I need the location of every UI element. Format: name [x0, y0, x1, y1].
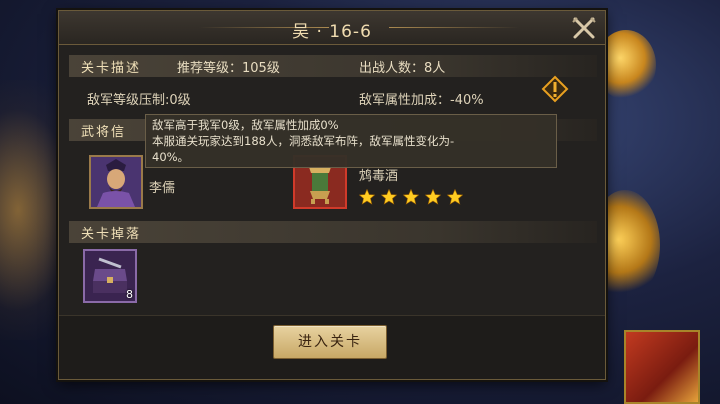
warning-button[interactable]	[541, 75, 569, 103]
attribute-tooltip: 敌军高于我军0级，敌军属性加成0% 本服通关玩家达到188人，洞悉敌军布阵，敌军…	[145, 114, 557, 168]
level-suppression: 敌军等级压制:0级	[87, 93, 191, 108]
stage-drops-header: 关卡掉落	[69, 221, 597, 243]
stage-drops-label: 关卡掉落	[81, 227, 142, 242]
general-portrait[interactable]	[89, 155, 143, 209]
close-button[interactable]	[571, 16, 597, 40]
general-avatar-icon	[91, 157, 141, 207]
dialog-title: 吴 · 16-6	[292, 22, 372, 42]
drop-item-slot[interactable]: 8	[83, 249, 137, 303]
general-info-label: 武将信	[81, 125, 127, 140]
drop-item-count: 8	[126, 288, 133, 301]
troop-count: 出战人数：8人	[359, 61, 446, 76]
star-icon	[403, 189, 420, 205]
enter-stage-button[interactable]: 进入关卡	[273, 325, 387, 359]
star-icon	[447, 189, 464, 205]
star-icon	[425, 189, 442, 205]
tooltip-line: 敌军高于我军0级，敌军属性加成0%	[152, 118, 339, 132]
stage-dialog: 吴 · 16-6 关卡描述 推荐等级：105级 出战人数：8人 敌军等级压制:0…	[58, 10, 606, 380]
stage-description-label: 关卡描述	[81, 61, 142, 76]
warning-icon	[541, 75, 569, 103]
general-name: 李儒	[149, 181, 176, 196]
attribute-bonus: 敌军属性加成：-40%	[359, 93, 484, 108]
background-hero-card	[624, 330, 700, 404]
star-icon	[359, 189, 375, 205]
star-icon	[381, 189, 398, 205]
item-rating	[359, 189, 464, 209]
tooltip-line: 40%。	[152, 150, 190, 164]
title-bar: 吴 · 16-6	[59, 11, 605, 45]
tooltip-line: 本服通关玩家达到188人，洞悉敌军布阵，敌军属性变化为-	[152, 134, 455, 148]
close-icon	[572, 17, 596, 39]
recommended-level: 推荐等级：105级	[177, 61, 280, 76]
stage-description-header: 关卡描述 推荐等级：105级 出战人数：8人	[69, 55, 597, 77]
